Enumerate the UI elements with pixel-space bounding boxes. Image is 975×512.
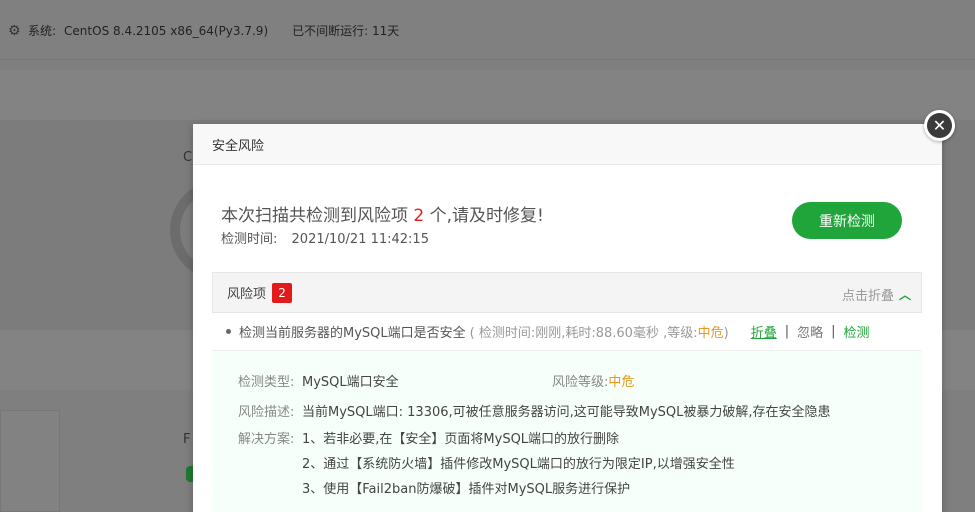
gear-icon: ⚙ <box>8 22 21 39</box>
collapse-all-label: 点击折叠 <box>841 289 894 304</box>
solution-item: 3、使用【Fail2ban防爆破】插件对MySQL服务进行保护 <box>302 482 631 497</box>
dialog-title: 安全风险 <box>212 138 265 154</box>
close-dialog-button[interactable]: ✕ <box>924 110 955 141</box>
detail-desc-value: 当前MySQL端口: 13306,可被任意服务器访问,这可能导致MySQL被暴力… <box>302 404 831 420</box>
scan-time-label: 检测时间: <box>221 232 278 247</box>
action-divider: | <box>831 324 836 339</box>
risk-list-header: 风险项 2 点击折叠 ︿ <box>212 272 922 313</box>
close-icon: ✕ <box>927 113 952 138</box>
rescan-button[interactable]: 重新检测 <box>792 202 902 239</box>
detail-type-row: 检测类型: MySQL端口安全 风险等级: 中危 <box>238 365 922 395</box>
collapse-all-toggle[interactable]: 点击折叠 ︿ <box>842 285 911 304</box>
detail-solution-row: 解决方案: 1、若非必要,在【安全】页面将MySQL端口的放行删除 2、通过【系… <box>238 425 922 500</box>
risk-list: 风险项 2 点击折叠 ︿ 检测当前服务器的MySQL端口是否安全 ( 检测时间:… <box>212 272 922 512</box>
background-card <box>0 410 60 512</box>
fold-link[interactable]: 折叠 <box>751 322 777 341</box>
detail-desc-label: 风险描述: <box>238 404 295 420</box>
system-info: ⚙ 系统: CentOS 8.4.2105 x86_64(Py3.7.9) 已不… <box>8 22 399 39</box>
scan-time-value: 2021/10/21 11:42:15 <box>291 232 429 247</box>
background-text-fragment: F <box>183 432 191 447</box>
system-label: 系统: <box>28 24 57 38</box>
action-divider: | <box>784 324 790 339</box>
system-value: CentOS 8.4.2105 x86_64(Py3.7.9) <box>64 23 269 38</box>
risk-item: 检测当前服务器的MySQL端口是否安全 ( 检测时间:刚刚,耗时:88.60毫秒… <box>212 313 922 351</box>
risk-count: 2 <box>413 206 425 226</box>
ignore-link[interactable]: 忽略 <box>797 322 823 341</box>
scan-time: 检测时间: 2021/10/21 11:42:15 <box>221 228 429 247</box>
solution-item: 2、通过【系统防火墙】插件修改MySQL端口的放行为限定IP,以增强安全性 <box>302 457 735 472</box>
chevron-up-icon: ︿ <box>898 288 911 302</box>
scan-summary: 本次扫描共检测到风险项 2 个,请及时修复! <box>221 201 544 226</box>
detail-type-value: MySQL端口安全 <box>302 374 399 390</box>
background-text-fragment: C <box>183 150 193 165</box>
solution-item: 1、若非必要,在【安全】页面将MySQL端口的放行删除 <box>302 432 620 447</box>
uptime-text: 已不间断运行: 11天 <box>292 24 400 38</box>
check-link[interactable]: 检测 <box>844 322 870 341</box>
detail-level-label: 风险等级: <box>552 374 609 390</box>
risk-count-badge: 2 <box>272 282 293 303</box>
background-band <box>0 70 975 120</box>
risk-item-detail: 检测类型: MySQL端口安全 风险等级: 中危 风险描述: 当前MySQL端口… <box>212 351 922 512</box>
detail-desc-row: 风险描述: 当前MySQL端口: 13306,可被任意服务器访问,这可能导致My… <box>238 395 922 425</box>
risk-item-actions: 折叠 | 忽略 | 检测 <box>751 322 870 341</box>
summary-prefix: 本次扫描共检测到风险项 <box>221 206 408 226</box>
risk-item-meta-text: ( 检测时间:刚刚,耗时:88.60毫秒 ,等级: <box>469 326 698 341</box>
detail-level-value: 中危 <box>608 374 635 390</box>
solution-list: 1、若非必要,在【安全】页面将MySQL端口的放行删除 2、通过【系统防火墙】插… <box>302 425 735 500</box>
summary-suffix: 个,请及时修复! <box>429 206 544 226</box>
risk-item-meta: ( 检测时间:刚刚,耗时:88.60毫秒 ,等级:中危) <box>470 322 729 341</box>
top-status-bar: ⚙ 系统: CentOS 8.4.2105 x86_64(Py3.7.9) 已不… <box>0 0 975 60</box>
risk-header-label: 风险项 <box>227 287 267 302</box>
detail-type-label: 检测类型: <box>238 374 295 390</box>
risk-item-meta-close: ) <box>723 326 729 341</box>
detail-solution-label: 解决方案: <box>238 432 295 447</box>
risk-item-title: 检测当前服务器的MySQL端口是否安全 <box>239 326 466 341</box>
dialog-header: 安全风险 <box>193 124 942 165</box>
risk-item-level: 中危 <box>697 326 724 341</box>
security-risk-dialog: 安全风险 本次扫描共检测到风险项 2 个,请及时修复! 检测时间: 2021/1… <box>193 124 942 512</box>
bullet-icon <box>226 329 231 334</box>
